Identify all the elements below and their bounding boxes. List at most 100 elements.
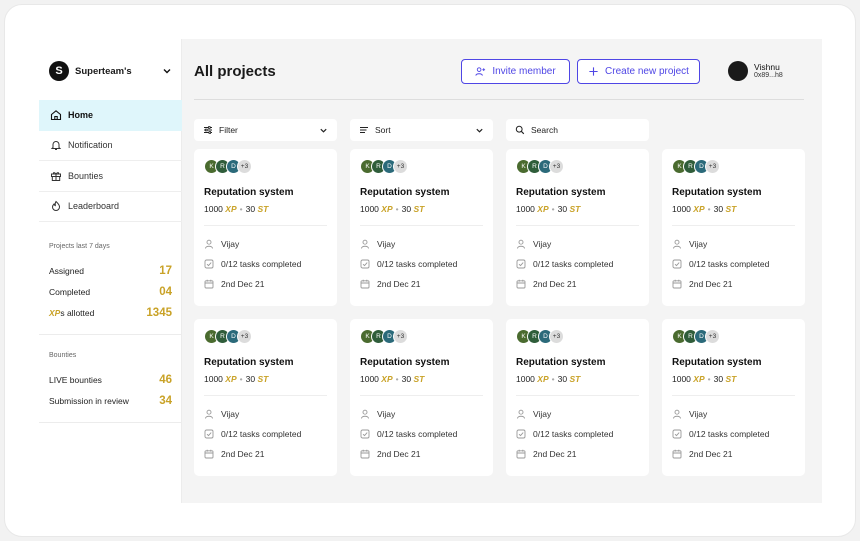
tasks-progress: 0/12 tasks completed (533, 429, 614, 439)
date-row: 2nd Dec 21 (360, 449, 420, 459)
avatar (728, 61, 748, 81)
more-members-badge: +3 (549, 329, 564, 344)
home-icon (50, 110, 62, 121)
xp-unit: XP (381, 374, 393, 384)
user-icon (205, 409, 213, 419)
st-amount: 30 (557, 204, 568, 214)
checkbox-icon (672, 259, 682, 269)
due-date: 2nd Dec 21 (221, 449, 265, 459)
xp-amount: 1000 (516, 374, 535, 384)
tasks-row: 0/12 tasks completed (672, 429, 769, 439)
date-row: 2nd Dec 21 (672, 279, 732, 289)
user-name: Vishnu (754, 61, 780, 72)
user-icon (517, 409, 525, 419)
stat-value: 04 (159, 285, 172, 298)
chevron-down-icon (476, 128, 483, 133)
sort-label: Sort (375, 125, 391, 135)
assignee-name: Vijay (377, 239, 396, 249)
separator-dot: • (707, 374, 711, 384)
invite-member-button[interactable]: Invite member (461, 59, 570, 84)
project-card[interactable]: K R D +3 Reputation system 1000 XP • 30 ST Vijay… (662, 149, 805, 306)
xp-unit: XP (225, 204, 237, 214)
user-menu[interactable]: Vishnu 0x89...h8 (728, 61, 783, 81)
date-row: 2nd Dec 21 (672, 449, 732, 459)
checkbox-icon (672, 429, 682, 439)
assignee-row: Vijay (204, 409, 239, 419)
date-row: 2nd Dec 21 (516, 449, 576, 459)
sort-dropdown[interactable]: Sort (350, 119, 493, 141)
create-project-button[interactable]: Create new project (577, 59, 700, 84)
sidebar-item-label: Notification (68, 140, 113, 151)
tasks-row: 0/12 tasks completed (360, 429, 457, 439)
stat-value: 34 (159, 394, 172, 407)
project-card[interactable]: K R D +3 Reputation system 1000 XP • 30 ST Vijay… (662, 319, 805, 476)
st-amount: 30 (401, 374, 412, 384)
due-date: 2nd Dec 21 (533, 449, 577, 459)
checkbox-icon (360, 259, 370, 269)
assignee-name: Vijay (689, 239, 708, 249)
st-unit: ST (413, 374, 425, 384)
user-icon (205, 239, 213, 249)
sidebar-divider (39, 422, 182, 423)
separator-dot: • (395, 204, 399, 214)
card-divider (360, 225, 483, 226)
sort-lines-icon (360, 127, 368, 133)
app-shell: S Superteam's Home Notification Bounties… (39, 39, 822, 503)
xp-amount: 1000 (204, 374, 223, 384)
project-title: Reputation system (360, 187, 450, 198)
create-project-label: Create new project (605, 66, 689, 77)
assignee-row: Vijay (204, 239, 239, 249)
date-row: 2nd Dec 21 (516, 279, 576, 289)
project-card[interactable]: K R D +3 Reputation system 1000 XP • 30 ST Vijay… (194, 149, 337, 306)
due-date: 2nd Dec 21 (377, 449, 421, 459)
member-avatars: K R D +3 (360, 329, 408, 344)
workspace-switcher[interactable]: S Superteam's (49, 59, 172, 83)
project-card[interactable]: K R D +3 Reputation system 1000 XP • 30 ST Vijay… (506, 149, 649, 306)
tasks-progress: 0/12 tasks completed (689, 429, 770, 439)
sidebar-item-label: Leaderboard (68, 201, 120, 212)
project-card[interactable]: K R D +3 Reputation system 1000 XP • 30 ST Vijay… (506, 319, 649, 476)
project-rewards: 1000 XP • 30 ST (204, 374, 268, 384)
search-input[interactable]: Search (506, 119, 649, 141)
sidebar-item-leaderboard[interactable]: Leaderboard (39, 192, 182, 222)
member-avatars: K R D +3 (360, 159, 408, 174)
member-avatars: K R D +3 (672, 159, 720, 174)
st-amount: 30 (401, 204, 412, 214)
project-card[interactable]: K R D +3 Reputation system 1000 XP • 30 ST Vijay… (350, 319, 493, 476)
stat-submission-review: Submission in review 34 (49, 390, 172, 411)
chevron-down-icon (163, 69, 171, 74)
project-card[interactable]: K R D +3 Reputation system 1000 XP • 30 ST Vijay… (194, 319, 337, 476)
xp-unit: XP (537, 374, 549, 384)
more-members-badge: +3 (705, 329, 720, 344)
user-icon (361, 409, 369, 419)
sidebar-item-bounties[interactable]: Bounties (39, 161, 182, 192)
tasks-row: 0/12 tasks completed (204, 259, 301, 269)
project-rewards: 1000 XP • 30 ST (360, 374, 424, 384)
project-card[interactable]: K R D +3 Reputation system 1000 XP • 30 ST Vijay… (350, 149, 493, 306)
search-placeholder: Search (531, 125, 558, 135)
project-rewards: 1000 XP • 30 ST (204, 204, 268, 214)
assignee-row: Vijay (360, 239, 395, 249)
assignee-name: Vijay (533, 239, 552, 249)
tasks-progress: 0/12 tasks completed (221, 259, 302, 269)
due-date: 2nd Dec 21 (533, 279, 577, 289)
sidebar-item-notification[interactable]: Notification (39, 131, 182, 161)
project-title: Reputation system (360, 357, 450, 368)
filter-dropdown[interactable]: Filter (194, 119, 337, 141)
assignee-row: Vijay (360, 409, 395, 419)
separator-dot: • (551, 204, 555, 214)
more-members-badge: +3 (393, 329, 408, 344)
st-unit: ST (569, 374, 581, 384)
checkbox-icon (204, 429, 214, 439)
tasks-progress: 0/12 tasks completed (689, 259, 770, 269)
due-date: 2nd Dec 21 (689, 449, 733, 459)
more-members-badge: +3 (237, 329, 252, 344)
xp-unit: XP (693, 374, 705, 384)
xp-amount: 1000 (360, 374, 379, 384)
stat-assigned: Assigned 17 (49, 260, 172, 281)
trophy-icon (51, 200, 61, 212)
sidebar-item-home[interactable]: Home (39, 100, 182, 131)
section-title: Projects last 7 days (49, 243, 110, 250)
st-amount: 30 (713, 204, 724, 214)
checkbox-icon (516, 429, 526, 439)
